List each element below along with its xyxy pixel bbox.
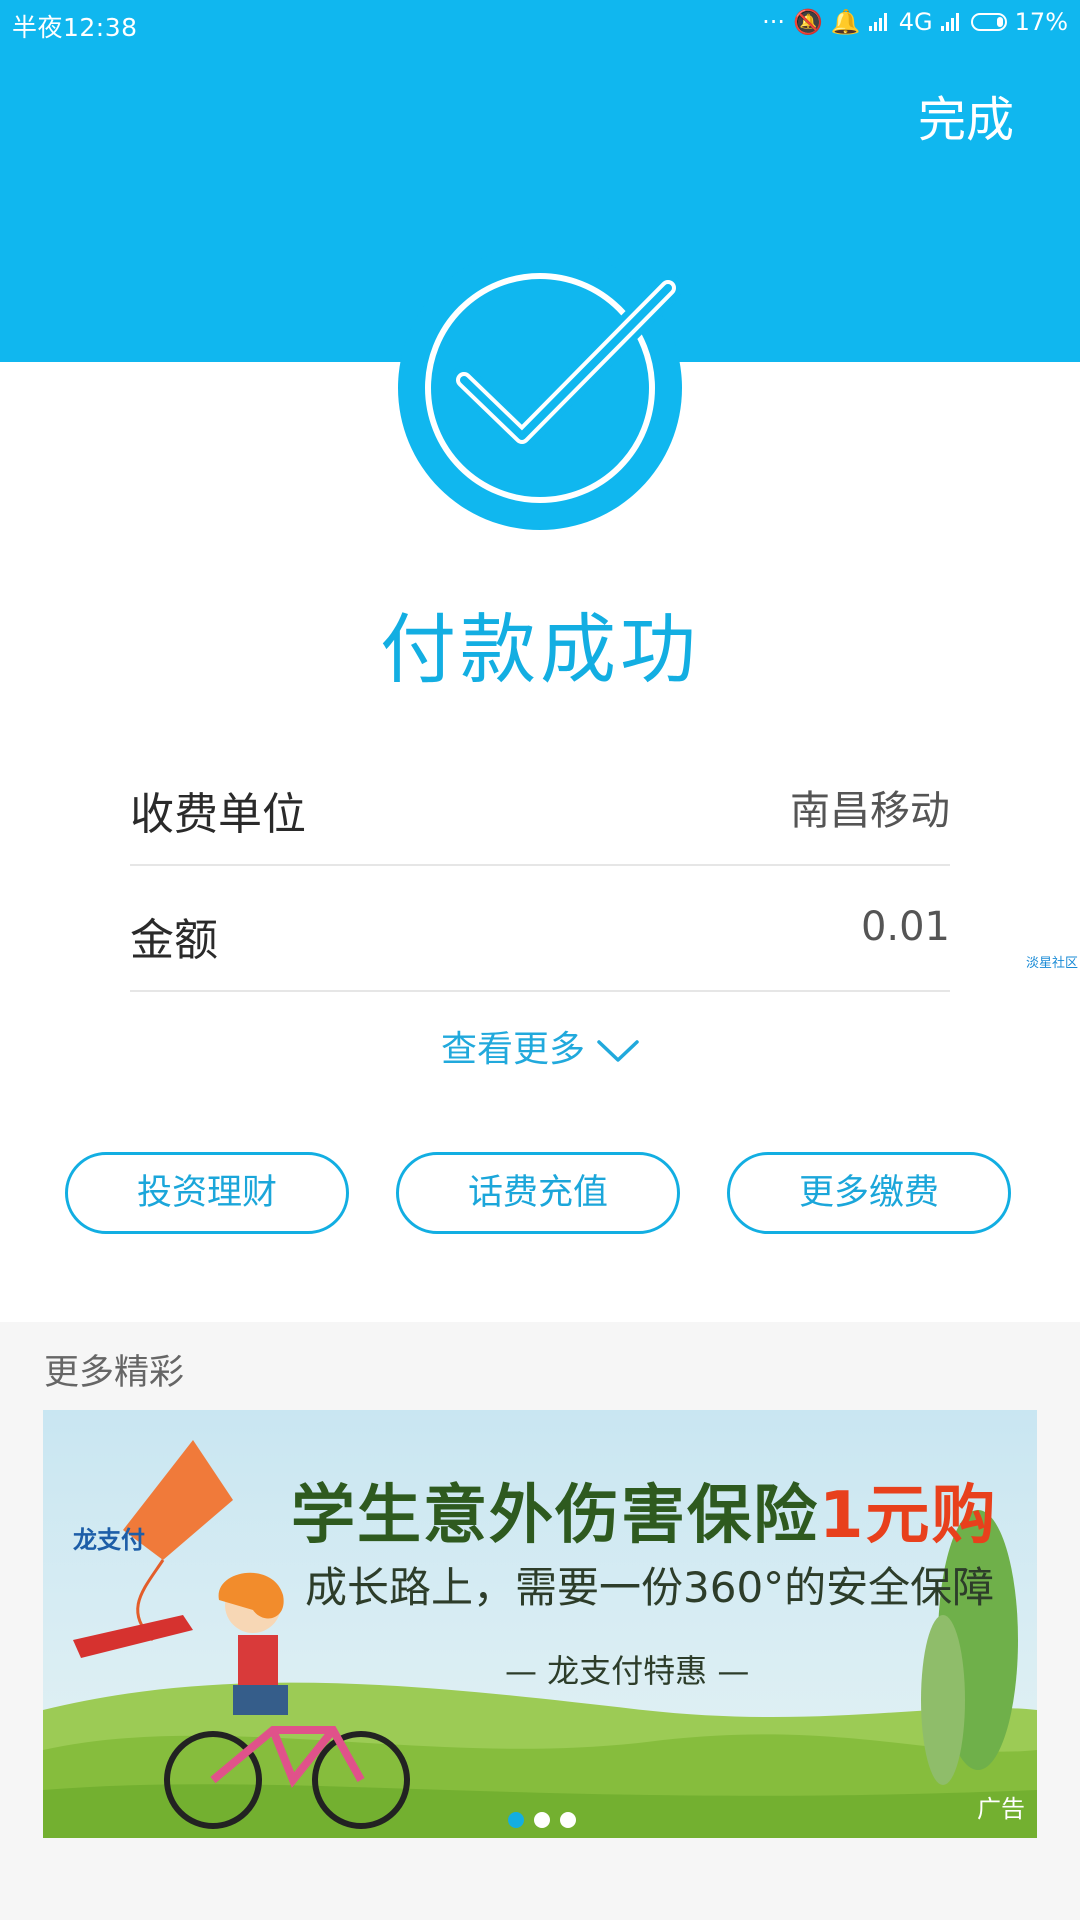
banner-headline-accent: 1元购 [819,1479,998,1553]
pagination-dot[interactable] [508,1812,524,1828]
invest-finance-button[interactable]: 投资理财 [65,1152,349,1234]
banner-headline: 学生意外伤害保险1元购 [291,1464,998,1556]
signal-icon-2 [940,13,963,31]
notification-bell-icon: 🔔 [830,8,861,36]
status-bar: 半夜12:38 ··· 🔕 🔔 4G 17% [0,0,1080,52]
payee-label: 收费单位 [130,789,306,840]
pagination-dot[interactable] [534,1812,550,1828]
promo-banner[interactable]: 龙支付 学生意外伤害保险1元购 成长路上，需要一份360°的安全保障 — 龙支付… [43,1410,1037,1838]
phone-topup-button[interactable]: 话费充值 [396,1152,680,1234]
pagination-dot[interactable] [560,1812,576,1828]
ad-label: 广告 [977,1795,1025,1823]
payment-success-title: 付款成功 [380,605,700,694]
network-type: 4G [898,8,933,36]
amount-label: 金额 [130,915,218,966]
status-icons: ··· 🔕 🔔 4G 17% [762,8,1068,36]
banner-pagination[interactable] [508,1812,588,1832]
status-time: 半夜12:38 [12,13,138,42]
side-tag: 淡星社区 [1025,956,1078,971]
more-payments-button[interactable]: 更多缴费 [727,1152,1011,1234]
amount-row: 金额 0.01 [130,864,950,992]
chevron-down-icon [597,1040,639,1062]
banner-logo-text: 龙支付 [73,1526,145,1554]
payee-value: 南昌移动 [790,788,950,834]
banner-subtitle: 成长路上，需要一份360°的安全保障 [305,1563,995,1612]
more-section-title: 更多精彩 [44,1353,185,1393]
see-more-label: 查看更多 [440,1029,585,1070]
banner-headline-main: 学生意外伤害保险 [291,1479,819,1553]
payee-row: 收费单位 南昌移动 [130,738,950,866]
done-button[interactable]: 完成 [918,80,1014,150]
see-more-button[interactable]: 查看更多 [0,1020,1080,1072]
battery-icon [970,13,1007,31]
banner-tagline: — 龙支付特惠 — [505,1652,750,1690]
battery-level: 17% [1014,8,1068,36]
amount-value: 0.01 [860,904,950,950]
mute-icon: 🔕 [793,8,823,36]
more-dots-icon: ··· [762,8,785,36]
success-check-icon [398,246,682,530]
signal-icon [868,13,891,31]
